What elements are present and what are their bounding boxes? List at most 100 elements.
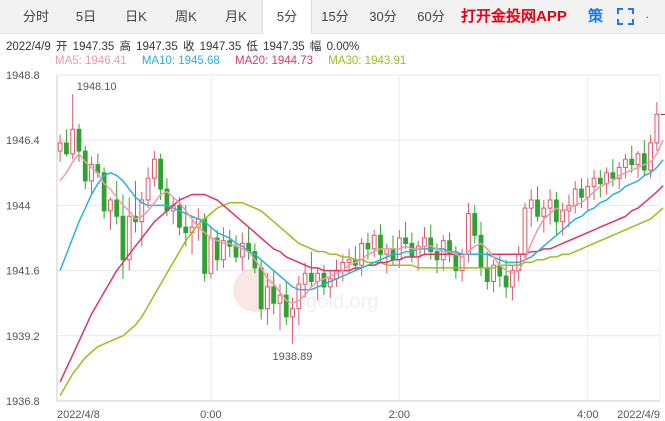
candle-body-down xyxy=(535,199,540,217)
ma20-line xyxy=(59,185,664,383)
candle xyxy=(585,178,591,211)
candle-body-down xyxy=(403,237,408,244)
candle-body-down xyxy=(478,234,484,269)
candle-body-up xyxy=(623,158,628,168)
candle xyxy=(239,232,245,271)
y-tick-label: 1939.2 xyxy=(6,331,40,343)
candle-body-up xyxy=(466,213,471,255)
candle xyxy=(89,156,94,195)
candle-body-up xyxy=(70,128,76,155)
candle xyxy=(114,180,120,225)
candle xyxy=(654,102,660,152)
candle-body-down xyxy=(183,226,189,234)
candle-body-up xyxy=(384,248,390,255)
candle xyxy=(246,227,251,260)
candle xyxy=(604,167,609,195)
candle xyxy=(64,129,69,157)
candle xyxy=(221,227,226,268)
candle-body-down xyxy=(378,234,383,255)
candle xyxy=(591,170,597,200)
candle-body-down xyxy=(597,177,603,185)
candle-body-up xyxy=(290,308,295,318)
candle-body-down xyxy=(641,153,647,171)
candle-body-down xyxy=(629,158,635,166)
candle-body-up xyxy=(108,199,113,212)
candle xyxy=(82,145,88,190)
candle xyxy=(553,191,559,236)
candle-body-down xyxy=(101,172,107,212)
candle-body-up xyxy=(572,188,578,206)
candle xyxy=(214,229,220,271)
y-tick-label: 1941.6 xyxy=(6,266,40,278)
candle xyxy=(151,151,157,187)
candle xyxy=(378,224,383,263)
candle xyxy=(522,202,528,260)
candle-body-down xyxy=(309,272,314,282)
candle xyxy=(547,189,553,225)
low-annotation: 1938.89 xyxy=(273,351,313,363)
candle-body-up xyxy=(151,158,157,179)
candle xyxy=(641,140,647,176)
candle xyxy=(635,151,641,179)
candle xyxy=(57,134,63,162)
x-tick-label: 0:00 xyxy=(200,409,221,421)
candle-body-down xyxy=(114,199,120,217)
x-tick-label: 4:00 xyxy=(577,409,598,421)
candle xyxy=(541,199,547,233)
candle-body-up xyxy=(277,294,283,304)
candle xyxy=(472,205,478,244)
candle xyxy=(422,227,427,255)
candle-body-down xyxy=(177,204,182,228)
candle-body-up xyxy=(302,272,308,285)
x-axis: 2022/4/8 0:00 2:00 4:00 2022/4/9 xyxy=(57,409,660,421)
candle-body-up xyxy=(654,113,660,144)
candle xyxy=(126,197,132,271)
candle-body-up xyxy=(346,259,352,263)
candle-body-down xyxy=(258,267,264,310)
candle-body-up xyxy=(635,153,641,166)
y-axis: 1948.8 1946.4 1944 1941.6 1939.2 1936.8 xyxy=(6,70,40,408)
candle-body-down xyxy=(472,213,478,236)
candle xyxy=(484,251,490,290)
candle-body-up xyxy=(145,177,151,201)
candle-body-up xyxy=(541,207,547,217)
candle xyxy=(108,197,113,230)
y-tick-label: 1946.4 xyxy=(6,135,40,147)
candle xyxy=(145,167,151,209)
candle xyxy=(447,232,452,263)
candle-body-up xyxy=(265,286,270,310)
candle-body-up xyxy=(648,142,653,171)
candle-body-down xyxy=(120,215,126,261)
candle xyxy=(623,153,628,179)
candle-body-up xyxy=(57,142,63,152)
candle-body-down xyxy=(233,245,239,258)
candle-body-down xyxy=(82,150,88,182)
candle-body-down xyxy=(503,275,509,288)
candle-body-down xyxy=(610,172,616,179)
candle-body-down xyxy=(76,128,82,152)
candle xyxy=(440,235,446,271)
candle xyxy=(403,221,408,249)
x-tick-label: 2:00 xyxy=(389,409,410,421)
candle xyxy=(158,153,164,200)
candle-body-up xyxy=(422,237,427,247)
y-tick-label: 1944 xyxy=(6,200,30,212)
candle-body-up xyxy=(359,242,365,266)
candlestick-chart[interactable]: cngold.org 1948.81946.419441941.61939.21… xyxy=(0,0,665,421)
y-tick-label: 1936.8 xyxy=(6,396,40,408)
candle-body-up xyxy=(522,207,528,255)
candle-body-up xyxy=(208,237,214,274)
candle xyxy=(535,186,540,222)
candle xyxy=(309,251,314,287)
candle-body-up xyxy=(560,210,566,223)
y-tick-label: 1948.8 xyxy=(6,70,40,82)
high-annotation: 1948.10 xyxy=(77,81,117,93)
candle xyxy=(572,180,578,214)
candle-body-down xyxy=(365,242,371,250)
candle-body-down xyxy=(434,251,440,261)
ma-lines xyxy=(59,139,664,396)
candle-body-down xyxy=(64,142,69,155)
x-tick-label: 2022/4/9 xyxy=(617,409,660,421)
candle-body-down xyxy=(579,188,584,198)
candle xyxy=(133,180,138,233)
